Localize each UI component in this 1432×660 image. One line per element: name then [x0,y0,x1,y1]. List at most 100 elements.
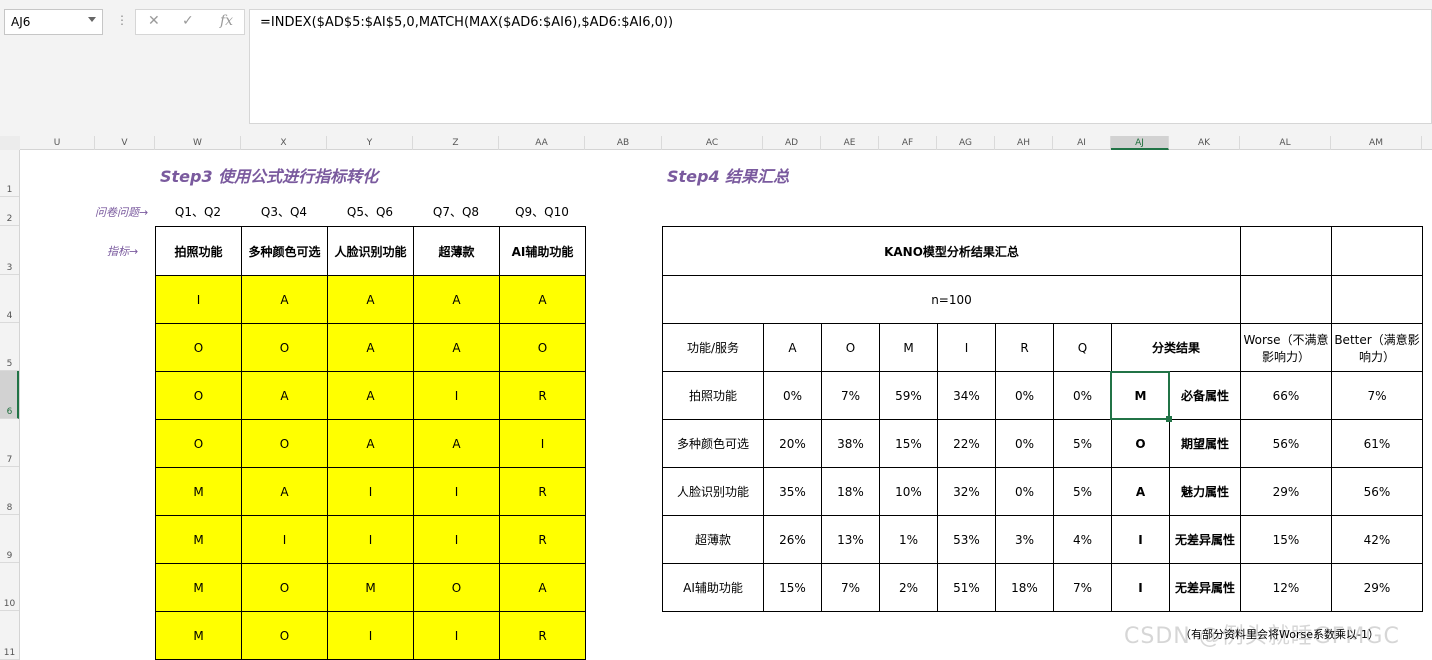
column-header-af[interactable]: AF [879,136,937,150]
indicator-cell[interactable]: A [499,275,585,323]
indicator-cell[interactable]: M [155,563,241,611]
column-header-ae[interactable]: AE [821,136,879,150]
indicator-header[interactable]: 多种颜色可选 [241,226,327,275]
indicator-cell[interactable]: M [155,467,241,515]
indicator-cell[interactable]: I [413,467,499,515]
indicator-cell[interactable]: O [241,323,327,371]
row-header-9[interactable]: 9 [0,515,19,563]
empty-cell[interactable] [1240,275,1331,323]
kano-a-cell[interactable]: 15% [763,563,821,611]
column-header-ad[interactable]: AD [763,136,821,150]
indicator-cell[interactable]: I [155,275,241,323]
kano-r-cell[interactable]: 0% [995,419,1053,467]
kano-worse-cell[interactable]: 15% [1240,515,1331,563]
header-m[interactable]: M [879,323,937,371]
column-header-u[interactable]: U [20,136,95,150]
chevron-down-icon[interactable] [88,17,96,22]
kano-o-cell[interactable]: 18% [821,467,879,515]
indicator-header[interactable]: 人脸识别功能 [327,226,413,275]
indicator-cell[interactable]: O [155,371,241,419]
row-header-2[interactable]: 2 [0,197,19,226]
question-cell[interactable]: Q7、Q8 [413,201,499,221]
kano-r-cell[interactable]: 0% [995,371,1053,419]
header-worse[interactable]: Worse（不满意影响力） [1240,323,1331,371]
question-cell[interactable]: Q5、Q6 [327,201,413,221]
indicator-cell[interactable]: I [413,611,499,660]
kano-o-cell[interactable]: 7% [821,563,879,611]
kano-better-cell[interactable]: 56% [1331,467,1422,515]
header-i[interactable]: I [937,323,995,371]
kano-attr-cell[interactable]: 必备属性 [1169,371,1240,419]
kano-feature-cell[interactable]: 多种颜色可选 [662,419,763,467]
indicator-cell[interactable]: O [241,419,327,467]
kano-code-cell[interactable]: A [1111,467,1169,515]
kano-a-cell[interactable]: 35% [763,467,821,515]
column-header-w[interactable]: W [155,136,241,150]
kano-o-cell[interactable]: 13% [821,515,879,563]
indicator-cell[interactable]: A [241,467,327,515]
kano-worse-cell[interactable]: 12% [1240,563,1331,611]
formula-input[interactable]: =INDEX($AD$5:$AI$5,0,MATCH(MAX($AD6:$AI6… [249,9,1432,124]
kano-i-cell[interactable]: 51% [937,563,995,611]
kano-q-cell[interactable]: 7% [1053,563,1111,611]
indicator-cell[interactable]: I [413,515,499,563]
kano-feature-cell[interactable]: AI辅助功能 [662,563,763,611]
header-a[interactable]: A [763,323,821,371]
indicator-cell[interactable]: O [241,563,327,611]
indicator-cell[interactable]: R [499,611,585,660]
kano-feature-cell[interactable]: 超薄款 [662,515,763,563]
column-header-y[interactable]: Y [327,136,413,150]
indicator-header[interactable]: 超薄款 [413,226,499,275]
kano-m-cell[interactable]: 59% [879,371,937,419]
indicator-cell[interactable]: A [327,323,413,371]
indicator-cell[interactable]: A [413,323,499,371]
header-r[interactable]: R [995,323,1053,371]
kano-code-cell[interactable]: I [1111,563,1169,611]
indicator-cell[interactable]: M [327,563,413,611]
indicator-cell[interactable]: O [499,323,585,371]
column-header-aj[interactable]: AJ [1111,136,1169,150]
row-header-3[interactable]: 3 [0,226,19,275]
row-header-6[interactable]: 6 [0,371,19,419]
question-cell[interactable]: Q1、Q2 [155,201,241,221]
empty-cell[interactable] [1331,226,1422,275]
header-better[interactable]: Better（满意影响力） [1331,323,1422,371]
indicator-cell[interactable]: M [155,515,241,563]
indicator-cell[interactable]: A [413,275,499,323]
question-cell[interactable]: Q3、Q4 [241,201,327,221]
kano-o-cell[interactable]: 38% [821,419,879,467]
kano-better-cell[interactable]: 61% [1331,419,1422,467]
kano-worse-cell[interactable]: 29% [1240,467,1331,515]
kano-a-cell[interactable]: 26% [763,515,821,563]
indicator-cell[interactable]: O [241,611,327,660]
empty-cell[interactable] [1240,226,1331,275]
empty-cell[interactable] [1331,275,1422,323]
question-cell[interactable]: Q9、Q10 [499,201,585,221]
kano-worse-cell[interactable]: 56% [1240,419,1331,467]
select-all-corner[interactable] [0,136,20,150]
kano-i-cell[interactable]: 32% [937,467,995,515]
kano-better-cell[interactable]: 29% [1331,563,1422,611]
name-box[interactable]: AJ6 [4,9,103,35]
indicator-cell[interactable]: O [155,419,241,467]
kano-o-cell[interactable]: 7% [821,371,879,419]
column-header-ai[interactable]: AI [1053,136,1111,150]
column-header-ak[interactable]: AK [1169,136,1240,150]
column-header-ab[interactable]: AB [585,136,662,150]
kano-i-cell[interactable]: 34% [937,371,995,419]
kano-i-cell[interactable]: 53% [937,515,995,563]
function-icon[interactable]: fx [220,13,233,29]
kano-m-cell[interactable]: 2% [879,563,937,611]
header-feature[interactable]: 功能/服务 [662,323,763,371]
kano-m-cell[interactable]: 1% [879,515,937,563]
column-header-am[interactable]: AM [1331,136,1422,150]
kano-m-cell[interactable]: 10% [879,467,937,515]
row-header-5[interactable]: 5 [0,323,19,371]
kano-r-cell[interactable]: 18% [995,563,1053,611]
column-header-ac[interactable]: AC [662,136,763,150]
indicator-cell[interactable]: I [327,611,413,660]
confirm-icon[interactable]: ✓ [182,13,194,29]
column-header-al[interactable]: AL [1240,136,1331,150]
kano-q-cell[interactable]: 5% [1053,467,1111,515]
indicator-cell[interactable]: R [499,515,585,563]
